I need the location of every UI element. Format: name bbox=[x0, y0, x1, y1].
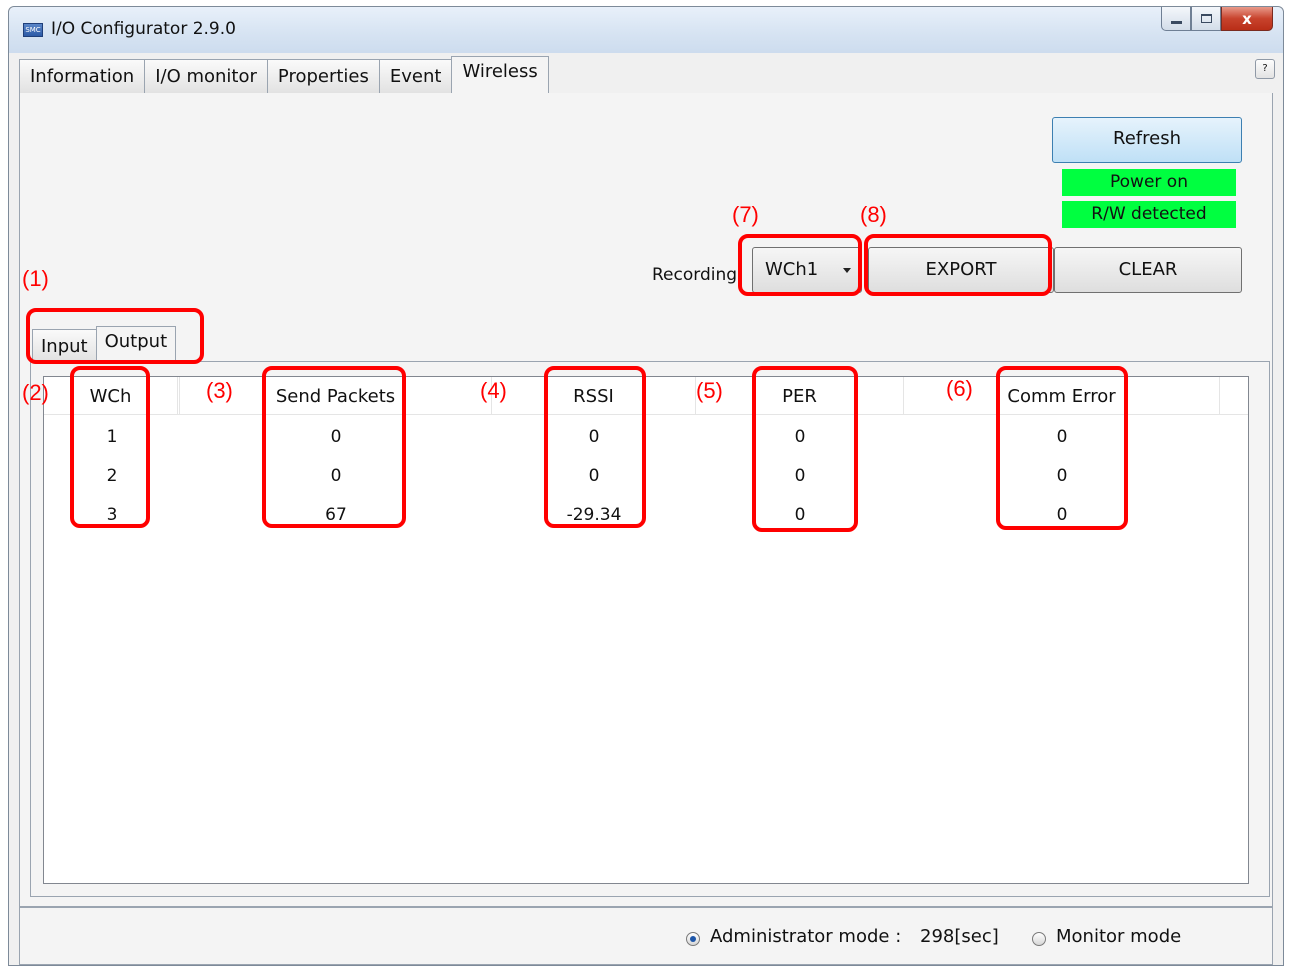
admin-mode-radio[interactable] bbox=[686, 932, 700, 946]
annotation-3: (3) bbox=[206, 378, 233, 403]
highlight-rssi-column bbox=[544, 366, 646, 528]
annotation-4: (4) bbox=[480, 378, 507, 403]
highlight-comm-error-column bbox=[996, 366, 1128, 530]
monitor-mode-label: Monitor mode bbox=[1056, 926, 1182, 947]
main-tabs: Information I/O monitor Properties Event… bbox=[19, 56, 549, 94]
recording-label: Recording bbox=[652, 265, 738, 285]
admin-mode-label: Administrator mode : bbox=[710, 926, 902, 947]
highlight-per-column bbox=[752, 366, 858, 532]
status-bar: Administrator mode : 298[sec] Monitor mo… bbox=[19, 907, 1273, 965]
highlight-wch-column bbox=[70, 366, 150, 528]
admin-mode-timer: 298[sec] bbox=[920, 926, 999, 947]
highlight-io-subtabs bbox=[26, 308, 204, 364]
clear-button[interactable]: CLEAR bbox=[1054, 247, 1242, 293]
highlight-send-packets-column bbox=[262, 366, 406, 528]
minimize-icon bbox=[1170, 21, 1182, 24]
annotation-1: (1) bbox=[22, 266, 49, 291]
window-title: I/O Configurator 2.9.0 bbox=[51, 19, 236, 39]
close-button[interactable]: x bbox=[1221, 7, 1273, 31]
annotation-5: (5) bbox=[696, 378, 723, 403]
maximize-button[interactable] bbox=[1191, 7, 1221, 31]
annotation-2: (2) bbox=[22, 380, 49, 405]
annotation-8: (8) bbox=[860, 202, 887, 227]
help-button[interactable]: ? bbox=[1255, 59, 1275, 79]
annotation-6: (6) bbox=[946, 376, 973, 401]
title-bar: SMC I/O Configurator 2.9.0 x bbox=[9, 7, 1283, 53]
refresh-button[interactable]: Refresh bbox=[1052, 117, 1242, 163]
status-rw: R/W detected bbox=[1062, 201, 1236, 228]
maximize-icon bbox=[1200, 14, 1212, 23]
minimize-button[interactable] bbox=[1161, 7, 1191, 31]
tab-io-monitor[interactable]: I/O monitor bbox=[144, 59, 268, 93]
app-icon: SMC bbox=[23, 23, 43, 37]
monitor-mode-radio[interactable] bbox=[1032, 932, 1046, 946]
tab-event[interactable]: Event bbox=[378, 59, 453, 93]
status-power: Power on bbox=[1062, 169, 1236, 196]
caption-buttons: x bbox=[1161, 7, 1273, 33]
tab-properties[interactable]: Properties bbox=[266, 59, 380, 93]
tab-information[interactable]: Information bbox=[19, 59, 146, 93]
close-icon: x bbox=[1242, 9, 1252, 28]
highlight-recording-select bbox=[738, 234, 862, 296]
annotation-7: (7) bbox=[732, 202, 759, 227]
highlight-export-button bbox=[864, 234, 1052, 296]
tab-wireless[interactable]: Wireless bbox=[451, 56, 549, 94]
